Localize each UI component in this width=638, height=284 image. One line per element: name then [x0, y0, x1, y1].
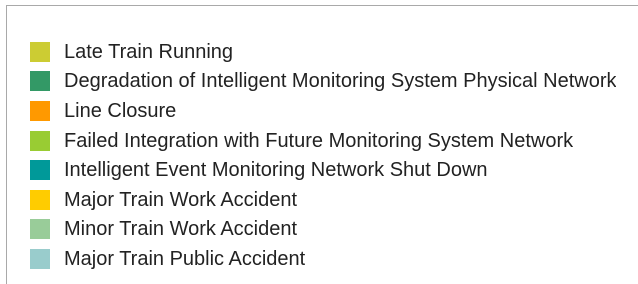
legend-item-late-train-running[interactable]: Late Train Running — [30, 37, 616, 67]
legend-label: Late Train Running — [64, 40, 234, 63]
legend-item-line-closure[interactable]: Line Closure — [30, 96, 616, 126]
legend-label: Intelligent Event Monitoring Network Shu… — [64, 159, 488, 182]
legend-label: Degradation of Intelligent Monitoring Sy… — [64, 70, 617, 93]
legend-swatch — [30, 41, 50, 62]
legend-label: Line Closure — [64, 99, 177, 122]
legend-swatch — [30, 219, 50, 240]
legend-item-network-shut-down[interactable]: Intelligent Event Monitoring Network Shu… — [30, 155, 616, 185]
legend-label: Minor Train Work Accident — [64, 218, 298, 241]
legend-item-minor-train-work-accident[interactable]: Minor Train Work Accident — [30, 215, 616, 245]
legend-swatch — [30, 100, 50, 121]
legend-swatch — [30, 130, 50, 151]
legend-swatch — [30, 248, 50, 269]
legend-item-major-train-public-accident[interactable]: Major Train Public Accident — [30, 244, 616, 274]
legend-item-failed-integration[interactable]: Failed Integration with Future Monitorin… — [30, 126, 616, 156]
legend-label: Major Train Public Accident — [64, 247, 306, 270]
legend-label: Major Train Work Accident — [64, 188, 298, 211]
legend-list: Late Train Running Degradation of Intell… — [30, 37, 616, 274]
legend-item-major-train-work-accident[interactable]: Major Train Work Accident — [30, 185, 616, 215]
legend-label: Failed Integration with Future Monitorin… — [64, 129, 574, 152]
legend-swatch — [30, 71, 50, 92]
legend-swatch — [30, 160, 50, 181]
legend-item-degradation-physical-network[interactable]: Degradation of Intelligent Monitoring Sy… — [30, 67, 616, 97]
legend-panel: Late Train Running Degradation of Intell… — [6, 5, 638, 284]
legend-swatch — [30, 189, 50, 210]
